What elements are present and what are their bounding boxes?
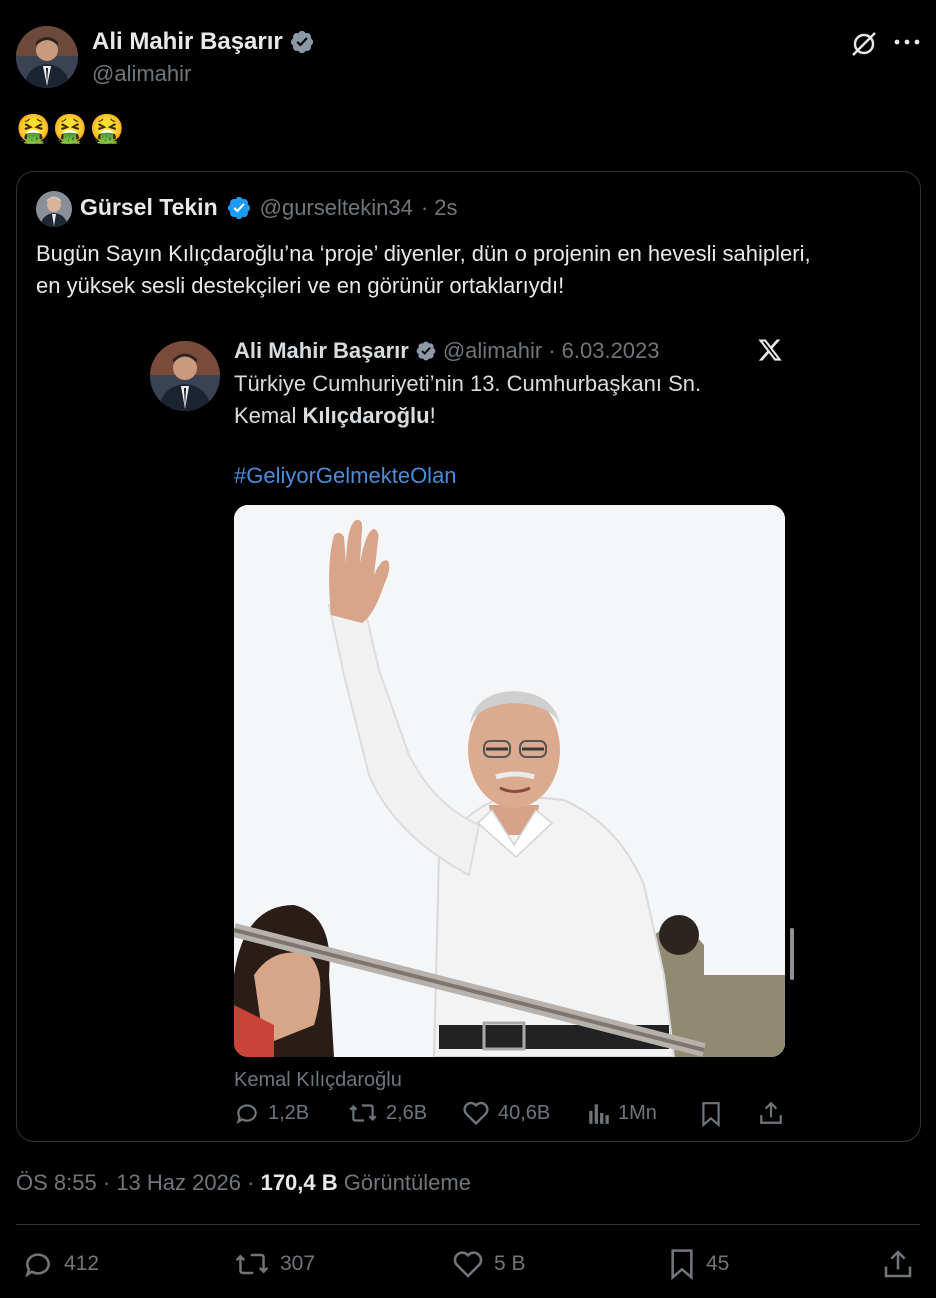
embedded-text-suffix: ! xyxy=(429,403,436,428)
embedded-text: Türkiye Cumhuriyeti’nin 13. Cumhurbaşkan… xyxy=(234,368,701,432)
more-icon[interactable] xyxy=(894,38,920,46)
embedded-text-line: Kemal Kılıçdaroğlu! xyxy=(234,400,701,432)
embedded-hashtag: #GeliyorGelmekteOlan xyxy=(234,463,457,488)
quote-author-handle[interactable]: @gurseltekin34 xyxy=(260,195,413,221)
embedded-photo[interactable] xyxy=(234,505,785,1057)
quote-text-line: Bugün Sayın Kılıçdaroğlu’na ‘proje’ diye… xyxy=(36,241,811,266)
repost-count: 307 xyxy=(280,1252,316,1275)
views-label: Görüntüleme xyxy=(337,1170,471,1195)
verified-badge-icon xyxy=(415,340,437,362)
views-count: 170,4 B xyxy=(260,1170,338,1195)
author-avatar[interactable] xyxy=(16,26,78,88)
embedded-views-count: 1Mn xyxy=(618,1101,657,1124)
scrollbar[interactable] xyxy=(790,928,794,980)
quote-author-avatar[interactable] xyxy=(36,191,72,227)
embedded-author-name: Ali Mahir Başarır xyxy=(234,338,409,363)
embedded-reply-count: 1,2B xyxy=(268,1101,310,1124)
bookmark-icon xyxy=(700,1101,722,1127)
share-button[interactable] xyxy=(882,1248,914,1280)
repost-button[interactable]: 307 xyxy=(234,1248,315,1280)
embedded-reply: 1,2B xyxy=(234,1100,309,1126)
embedded-like-count: 40,6B xyxy=(498,1101,551,1124)
post-timestamp[interactable]: ÖS 8:55 · 13 Haz 2026 · xyxy=(16,1170,261,1195)
embedded-text-bold: Kılıçdaroğlu xyxy=(302,403,430,428)
like-count: 5 B xyxy=(494,1252,526,1275)
author-name[interactable]: Ali Mahir Başarır xyxy=(92,28,283,56)
quote-text: Bugün Sayın Kılıçdaroğlu’na ‘proje’ diye… xyxy=(36,238,811,302)
embedded-repost-count: 2,6B xyxy=(386,1101,428,1124)
embedded-like: 40,6B xyxy=(462,1100,550,1126)
quote-author-name[interactable]: Gürsel Tekin xyxy=(80,194,218,221)
reply-button[interactable]: 412 xyxy=(22,1248,99,1280)
embedded-text-line: Türkiye Cumhuriyeti’nin 13. Cumhurbaşkan… xyxy=(234,371,702,396)
embedded-repost: 2,6B xyxy=(348,1100,427,1126)
embedded-author-handle: @alimahir xyxy=(442,338,543,363)
quote-text-line: en yüksek sesli destekçileri ve en görün… xyxy=(36,273,565,298)
embedded-text-prefix: Kemal xyxy=(234,403,303,428)
share-icon xyxy=(758,1100,784,1126)
embedded-author-avatar xyxy=(150,341,220,411)
grok-icon[interactable] xyxy=(850,30,878,58)
embedded-date: · 6.03.2023 xyxy=(548,338,660,363)
embedded-views: 1Mn xyxy=(588,1100,657,1126)
reply-count: 412 xyxy=(64,1252,100,1275)
verified-badge-icon xyxy=(226,195,252,221)
author-handle[interactable]: @alimahir xyxy=(92,61,191,87)
bookmark-count: 45 xyxy=(706,1252,730,1275)
like-button[interactable]: 5 B xyxy=(452,1248,526,1280)
bookmark-button[interactable]: 45 xyxy=(668,1248,729,1280)
quote-time[interactable]: · 2s xyxy=(421,195,458,221)
x-logo-icon xyxy=(757,337,783,363)
divider xyxy=(16,1224,920,1225)
verified-badge-icon xyxy=(289,29,315,55)
post-meta: ÖS 8:55 · 13 Haz 2026 · 170,4 B Görüntül… xyxy=(16,1170,471,1196)
embedded-caption: Kemal Kılıçdaroğlu xyxy=(234,1069,402,1091)
post-text: 🤮🤮🤮 xyxy=(16,113,127,144)
